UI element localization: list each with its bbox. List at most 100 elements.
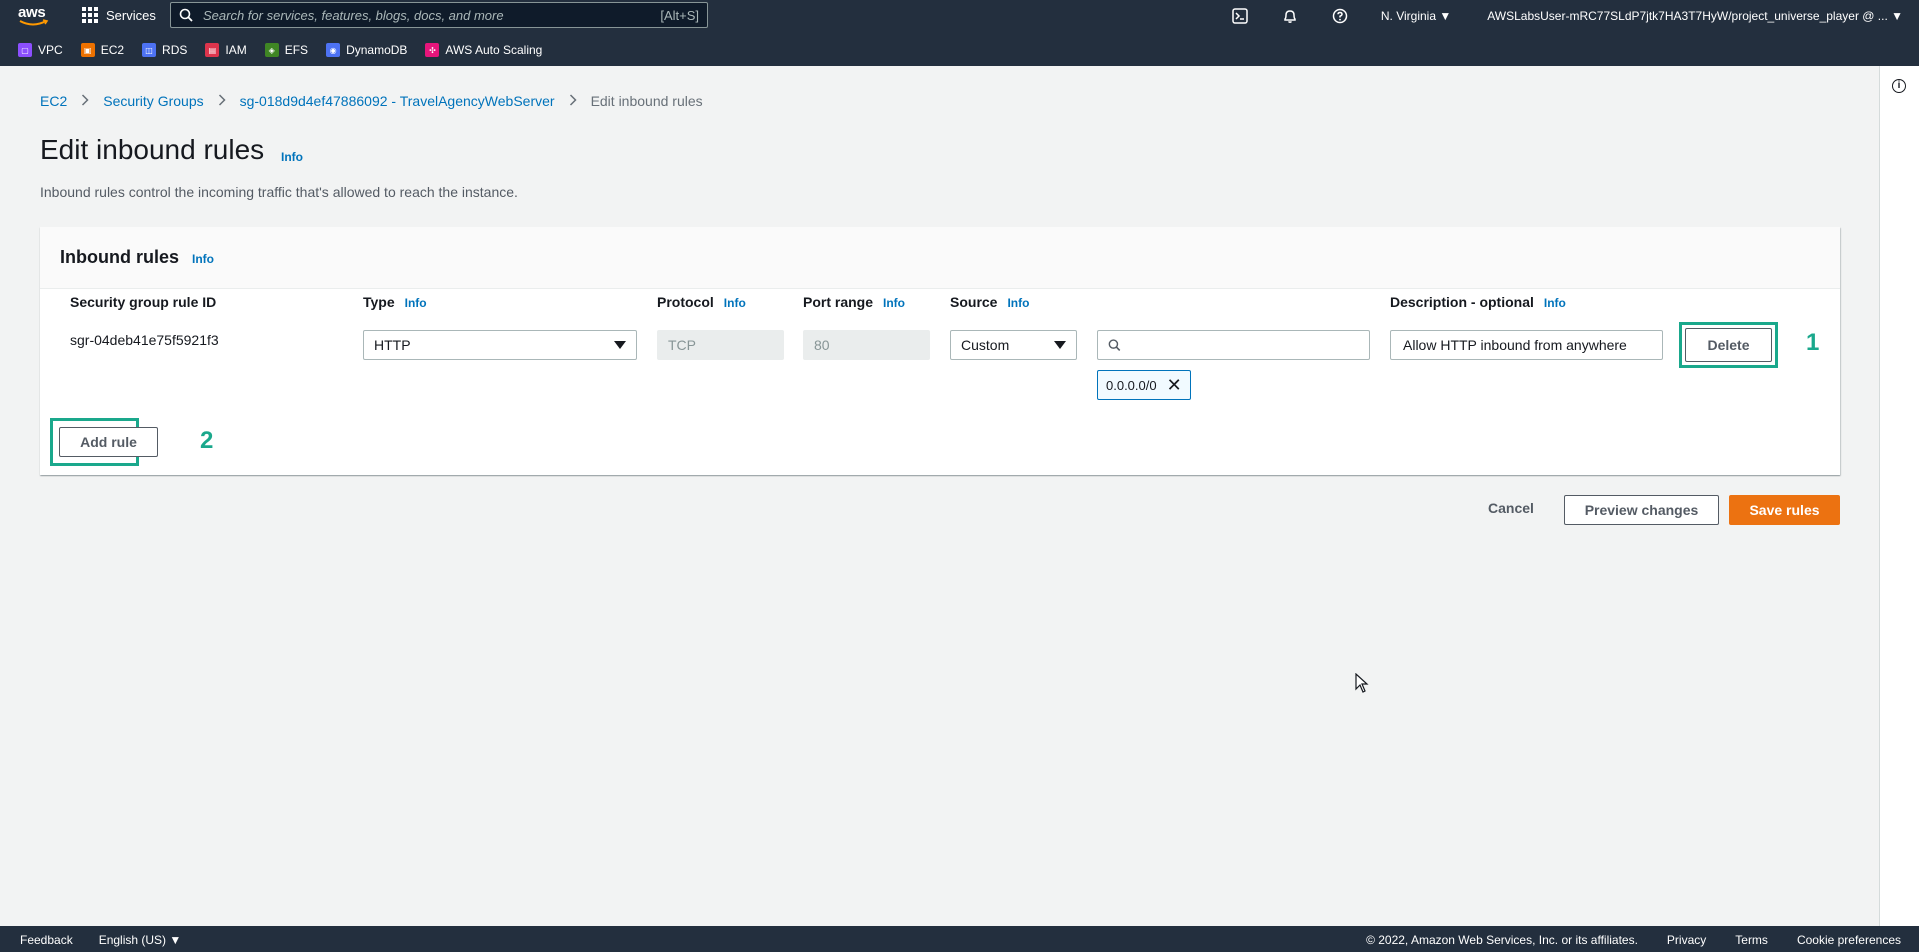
col-port-range-label: Port range [803, 294, 874, 310]
services-label: Services [106, 7, 156, 23]
cloudshell-icon[interactable] [1231, 7, 1249, 25]
page-title-info-link[interactable]: Info [281, 150, 303, 164]
caret-down-icon [1054, 341, 1066, 349]
breadcrumb-ec2[interactable]: EC2 [40, 93, 67, 109]
favorite-label: VPC [38, 43, 63, 57]
footer-left: Feedback English (US) ▼ [20, 933, 181, 947]
account-menu[interactable]: AWSLabsUser-mRC77SLdP7jtk7HA3T7HyW/proje… [1487, 9, 1903, 23]
panel-header: Inbound rules Info [40, 227, 1840, 289]
col-source: Source Info [950, 294, 1029, 310]
favorite-rds[interactable]: ◫ RDS [142, 43, 187, 57]
description-field[interactable] [1390, 330, 1663, 360]
type-select[interactable]: HTTP [363, 330, 637, 360]
favorite-label: AWS Auto Scaling [445, 43, 543, 57]
source-cidr-search[interactable] [1097, 330, 1370, 360]
chevron-right-icon [81, 93, 89, 109]
port-range-value: 80 [814, 337, 830, 353]
cancel-button[interactable]: Cancel [1488, 500, 1534, 516]
favorite-efs[interactable]: ◈ EFS [264, 43, 309, 57]
nav-main-row: aws Services [Alt+S] [0, 0, 1919, 32]
search-shortcut-hint: [Alt+S] [660, 7, 699, 23]
col-protocol-label: Protocol [657, 294, 714, 310]
source-info-link[interactable]: Info [1007, 296, 1029, 310]
col-description-label: Description - optional [1390, 294, 1534, 310]
port-range-field: 80 [803, 330, 930, 360]
caret-down-icon [614, 341, 626, 349]
mouse-pointer-icon [1355, 673, 1369, 693]
col-description: Description - optional Info [1390, 294, 1566, 310]
source-select[interactable]: Custom [950, 330, 1077, 360]
search-input[interactable] [201, 6, 653, 24]
col-type-label: Type [363, 294, 395, 310]
info-circle-icon[interactable]: i [1892, 79, 1906, 93]
port-range-info-link[interactable]: Info [883, 296, 905, 310]
col-port-range: Port range Info [803, 294, 905, 310]
description-info-link[interactable]: Info [1544, 296, 1566, 310]
breadcrumb-security-groups[interactable]: Security Groups [103, 93, 203, 109]
help-icon[interactable] [1331, 7, 1349, 25]
protocol-info-link[interactable]: Info [724, 296, 746, 310]
type-info-link[interactable]: Info [405, 296, 427, 310]
breadcrumb-security-group[interactable]: sg-018d9d4ef47886092 - TravelAgencyWebSe… [240, 93, 555, 109]
cidr-token: 0.0.0.0/0 ✕ [1097, 370, 1191, 400]
source-cidr-input[interactable] [1128, 336, 1359, 354]
panel-info-link[interactable]: Info [192, 252, 214, 266]
grid-icon [82, 7, 98, 23]
favorite-dynamodb[interactable]: ◉ DynamoDB [326, 43, 407, 57]
favorite-label: EFS [284, 43, 309, 57]
chevron-right-icon [218, 93, 226, 109]
page-description: Inbound rules control the incoming traff… [40, 184, 518, 200]
col-protocol: Protocol Info [657, 294, 746, 310]
favorite-ec2[interactable]: ▣ EC2 [80, 43, 125, 57]
services-menu-button[interactable]: Services [82, 7, 156, 23]
bell-icon[interactable] [1281, 7, 1299, 25]
footer-right: © 2022, Amazon Web Services, Inc. or its… [1366, 933, 1901, 947]
annotation-label-1: 1 [1806, 329, 1820, 356]
cookie-preferences-link[interactable]: Cookie preferences [1797, 933, 1901, 947]
global-search[interactable]: [Alt+S] [170, 2, 708, 28]
favorite-label: RDS [162, 43, 188, 57]
add-rule-button[interactable]: Add rule [59, 427, 158, 457]
close-icon[interactable]: ✕ [1167, 376, 1182, 394]
terms-link[interactable]: Terms [1735, 933, 1768, 947]
region-selector[interactable]: N. Virginia ▼ [1381, 9, 1451, 23]
page-title: Edit inbound rules [40, 134, 265, 165]
type-select-value: HTTP [374, 337, 411, 353]
search-icon [1108, 339, 1121, 351]
protocol-value: TCP [668, 337, 696, 353]
favorite-label: EC2 [100, 43, 125, 57]
col-type: Type Info [363, 294, 427, 310]
ec2-icon: ▣ [80, 43, 95, 57]
dynamodb-icon: ◉ [326, 43, 341, 57]
aws-logo[interactable]: aws [18, 4, 52, 28]
preview-changes-button[interactable]: Preview changes [1564, 495, 1719, 525]
aws-smile-icon [19, 19, 49, 26]
panel-title: Inbound rules [60, 247, 179, 267]
efs-icon: ◈ [264, 43, 279, 57]
favorite-auto-scaling[interactable]: ✣ AWS Auto Scaling [425, 43, 542, 57]
favorite-vpc[interactable]: ▢ VPC [18, 43, 63, 57]
cidr-token-value: 0.0.0.0/0 [1106, 377, 1157, 393]
nav-right-group: N. Virginia ▼ AWSLabsUser-mRC77SLdP7jtk7… [1231, 0, 1919, 32]
footer: Feedback English (US) ▼ © 2022, Amazon W… [0, 926, 1919, 952]
privacy-link[interactable]: Privacy [1667, 933, 1706, 947]
language-selector[interactable]: English (US) ▼ [99, 933, 182, 947]
breadcrumb-current: Edit inbound rules [590, 93, 703, 109]
col-rule-id-label: Security group rule ID [70, 294, 217, 310]
copyright-text: © 2022, Amazon Web Services, Inc. or its… [1366, 933, 1638, 947]
feedback-link[interactable]: Feedback [20, 933, 73, 947]
delete-rule-button[interactable]: Delete [1685, 328, 1772, 362]
favorite-iam[interactable]: ▤ IAM [205, 43, 247, 57]
rule-id-value: sgr-04deb41e75f5921f3 [70, 332, 219, 348]
rds-icon: ◫ [142, 43, 157, 57]
description-input[interactable] [1401, 336, 1652, 354]
save-rules-button[interactable]: Save rules [1729, 495, 1840, 525]
favorites-bar: ▢ VPC ▣ EC2 ◫ RDS ▤ IAM ◈ EFS ◉ DynamoDB… [18, 40, 542, 60]
breadcrumb: EC2 Security Groups sg-018d9d4ef47886092… [40, 93, 703, 109]
iam-icon: ▤ [205, 43, 220, 57]
favorite-label: IAM [225, 43, 247, 57]
favorite-label: DynamoDB [346, 43, 408, 57]
inbound-rules-panel: Inbound rules Info Security group rule I… [40, 227, 1840, 475]
col-rule-id: Security group rule ID [70, 294, 216, 310]
top-navigation: aws Services [Alt+S] [0, 0, 1919, 66]
